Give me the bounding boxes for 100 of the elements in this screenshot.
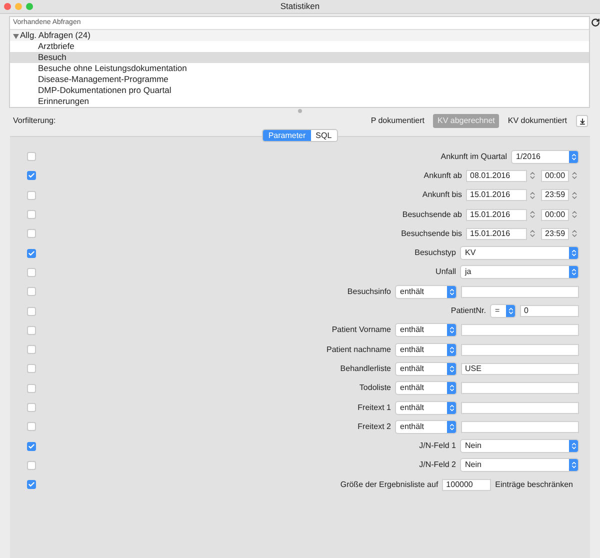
stepper-icon[interactable] xyxy=(528,190,537,200)
input-field[interactable]: 100000 xyxy=(442,478,492,491)
chevron-icon xyxy=(569,440,578,452)
checkbox[interactable] xyxy=(27,384,36,393)
close-window-icon[interactable] xyxy=(4,3,11,10)
field-label: Größe der Ergebnisliste auf xyxy=(340,478,438,491)
checkbox[interactable] xyxy=(27,306,36,316)
stepper-icon[interactable] xyxy=(570,229,579,238)
checkbox[interactable] xyxy=(27,229,36,238)
arrow-down-to-line-icon xyxy=(578,118,586,124)
minimize-window-icon[interactable] xyxy=(15,3,22,10)
field-label: Behandlerliste xyxy=(340,362,391,375)
input-field[interactable]: 15.01.2016 xyxy=(466,189,527,202)
checkbox[interactable] xyxy=(27,210,36,220)
operator-select[interactable]: enthält xyxy=(395,420,457,434)
checkbox[interactable] xyxy=(27,422,36,432)
operator-select[interactable]: enthält xyxy=(395,342,457,357)
input-field[interactable]: 23:59 xyxy=(541,189,569,202)
stepper-icon[interactable] xyxy=(528,229,537,238)
quarter-select[interactable]: 1/2016 xyxy=(511,150,579,164)
checkbox[interactable] xyxy=(27,326,36,335)
field-label: Ankunft im Quartal xyxy=(440,150,507,163)
checkbox[interactable] xyxy=(27,345,36,354)
operator-select[interactable]: enthält xyxy=(395,381,457,396)
checkbox[interactable] xyxy=(27,248,36,258)
input-field[interactable]: 08.01.2016 xyxy=(466,170,527,182)
input-field[interactable]: 0 xyxy=(520,305,579,318)
dropdown-select[interactable]: Nein xyxy=(460,439,579,454)
stepper-icon[interactable] xyxy=(570,171,579,180)
stepper-icon[interactable] xyxy=(528,171,537,180)
field-label: Besuchsende bis xyxy=(401,228,462,240)
list-item[interactable]: Besuche ohne Leistungsdokumentation xyxy=(10,63,589,74)
field-label: Todoliste xyxy=(359,382,391,394)
chevron-icon xyxy=(447,286,456,298)
checkbox[interactable] xyxy=(27,364,36,374)
checkbox[interactable] xyxy=(27,152,36,162)
chevron-icon xyxy=(569,266,578,278)
input-field[interactable] xyxy=(461,324,579,336)
field-label: Unfall xyxy=(436,266,456,278)
input-field[interactable] xyxy=(461,286,579,298)
checkbox[interactable] xyxy=(27,171,36,180)
chevron-icon xyxy=(569,459,578,472)
checkbox[interactable] xyxy=(27,190,36,200)
operator-select[interactable]: enthält xyxy=(395,362,457,376)
input-field[interactable]: 15.01.2016 xyxy=(466,208,527,221)
stepper-icon[interactable] xyxy=(528,210,537,220)
prefilter-toggle[interactable]: KV dokumentiert xyxy=(504,114,571,128)
field-label: Patient nachname xyxy=(326,344,391,356)
dropdown-select[interactable]: KV xyxy=(460,246,579,260)
list-item[interactable]: Besuch xyxy=(10,52,589,63)
input-field[interactable] xyxy=(461,344,579,356)
download-button[interactable] xyxy=(576,115,588,127)
input-field[interactable]: 23:59 xyxy=(541,228,569,240)
chevron-icon xyxy=(447,420,456,433)
zoom-window-icon[interactable] xyxy=(26,3,33,10)
field-suffix: Einträge beschränken xyxy=(495,478,573,491)
field-label: Besuchstyp xyxy=(414,247,456,260)
chevron-icon xyxy=(569,150,578,163)
operator-select[interactable]: enthält xyxy=(395,400,457,414)
list-item[interactable]: DMP-Dokumentationen pro Quartal xyxy=(10,85,589,96)
operator-select[interactable]: enthält xyxy=(395,323,457,338)
operator-select[interactable]: enthält xyxy=(395,284,457,299)
dropdown-select[interactable]: Nein xyxy=(460,458,579,472)
chevron-icon xyxy=(447,344,456,356)
checkbox[interactable] xyxy=(27,460,36,470)
stepper-icon[interactable] xyxy=(570,190,579,200)
refresh-icon[interactable] xyxy=(591,18,600,27)
prefilter-toggle[interactable]: P dokumentiert xyxy=(366,114,428,128)
stepper-icon[interactable] xyxy=(570,210,579,220)
disclosure-triangle-icon[interactable] xyxy=(13,32,19,38)
field-label: Freitext 2 xyxy=(358,420,391,433)
input-field[interactable] xyxy=(461,382,579,394)
checkbox[interactable] xyxy=(27,403,36,412)
checkbox[interactable] xyxy=(27,442,36,451)
operator-select[interactable]: = xyxy=(490,304,516,318)
input-field[interactable]: 00:00 xyxy=(541,208,569,221)
chevron-icon xyxy=(447,402,456,414)
checkbox[interactable] xyxy=(27,480,36,490)
field-label: J/N-Feld 2 xyxy=(419,459,456,472)
segment-tab[interactable]: SQL xyxy=(310,130,337,141)
input-field[interactable] xyxy=(461,402,579,414)
input-field[interactable]: 00:00 xyxy=(541,170,569,182)
field-label: J/N-Feld 1 xyxy=(419,440,456,452)
list-item[interactable]: Arztbriefe xyxy=(10,41,589,52)
dropdown-select[interactable]: ja xyxy=(460,265,579,280)
list-item[interactable]: Erinnerungen xyxy=(10,96,589,107)
checkbox[interactable] xyxy=(27,268,36,277)
input-field[interactable]: USE xyxy=(461,362,579,375)
checkbox[interactable] xyxy=(27,287,36,296)
tree-group-row[interactable]: Allg. Abfragen (24) xyxy=(10,30,589,41)
chevron-icon xyxy=(447,324,456,336)
field-label: Ankunft ab xyxy=(424,170,462,182)
field-label: Ankunft bis xyxy=(422,189,462,202)
chevron-icon xyxy=(447,382,456,394)
field-label: PatientNr. xyxy=(450,305,486,318)
input-field[interactable] xyxy=(461,420,579,433)
prefilter-label: Vorfilterung: xyxy=(13,115,57,127)
input-field[interactable]: 15.01.2016 xyxy=(466,228,527,240)
field-label: Patient Vorname xyxy=(332,324,391,336)
list-item[interactable]: Disease-Management-Programme xyxy=(10,74,589,85)
